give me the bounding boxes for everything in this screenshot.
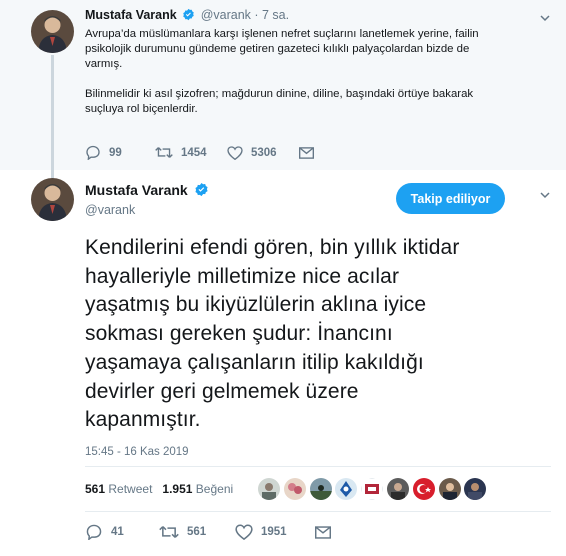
text-line: varmış. — [85, 58, 123, 70]
reply-icon — [86, 524, 102, 540]
heart-icon — [235, 524, 253, 540]
retweet-count: 561 — [187, 526, 207, 538]
text-line: Kendilerini efendi gören, bin yıllık ikt… — [85, 236, 460, 259]
thread-line — [51, 55, 54, 180]
parent-avatar[interactable] — [31, 10, 74, 53]
reply-count: 99 — [109, 146, 122, 159]
text-line: devirler geri gelmemek üzere — [85, 379, 359, 403]
parent-actions: 99 1454 5306 — [85, 145, 314, 160]
liker-avatar[interactable] — [464, 478, 487, 500]
retweet-icon — [155, 147, 173, 158]
reply-icon — [86, 145, 100, 160]
parent-header: Mustafa Varank @varank · 7 sa. — [85, 8, 289, 24]
like-count: 5306 — [251, 146, 277, 159]
text-line: Avrupa’da müslümanlara karşı işlenen nef… — [85, 28, 479, 40]
main-actions: 41 561 1951 — [85, 524, 331, 540]
parent-tweet-text: Avrupa’da müslümanlara karşı işlenen nef… — [85, 27, 525, 117]
parent-tweet[interactable]: Mustafa Varank @varank · 7 sa. Avrupa’da… — [0, 0, 566, 180]
retweet-count: 1454 — [181, 146, 207, 159]
reply-button[interactable]: 41 — [85, 524, 159, 540]
following-button[interactable]: Takip ediliyor — [396, 183, 505, 214]
reply-button[interactable]: 99 — [85, 145, 155, 160]
liker-avatar[interactable] — [283, 478, 306, 500]
envelope-icon — [315, 525, 331, 539]
envelope-icon — [299, 146, 314, 159]
message-button[interactable] — [315, 525, 331, 539]
retweet-button[interactable]: 1454 — [155, 146, 227, 159]
likes-stat[interactable]: 1.951 Beğeni — [162, 482, 233, 496]
heart-icon — [227, 145, 243, 160]
like-total: 1.951 — [162, 482, 193, 496]
retweet-button[interactable]: 561 — [159, 525, 235, 539]
liker-avatar[interactable] — [258, 478, 280, 500]
tweet-timestamp[interactable]: 15:45 - 16 Kas 2019 — [85, 446, 189, 458]
liker-avatar[interactable] — [438, 478, 461, 500]
author-name-text[interactable]: Mustafa Varank — [85, 182, 188, 198]
text-line: kapanmıştır. — [85, 408, 201, 432]
text-line: hayalleriyle milletimize nice acılar — [85, 264, 400, 288]
like-button[interactable]: 1951 — [235, 524, 315, 540]
main-avatar[interactable] — [31, 178, 74, 221]
liker-avatars — [258, 478, 490, 500]
engagement-stats: 561 Retweet 1.951 Beğeni — [85, 482, 233, 496]
text-line: suçluya rol biçenlerdir. — [85, 103, 198, 115]
main-tweet-text: Kendilerini efendi gören, bin yıllık ikt… — [85, 234, 535, 435]
text-line: psikolojik durumunu gündeme getiren gaze… — [85, 43, 470, 55]
text-line: Bilinmelidir ki asıl şizofren; mağdurun … — [85, 88, 474, 100]
like-count: 1951 — [261, 526, 287, 538]
retweets-stat[interactable]: 561 Retweet — [85, 482, 152, 496]
liker-avatar[interactable] — [386, 478, 409, 500]
parent-handle-time[interactable]: @varank · 7 sa. — [201, 8, 289, 22]
retweet-total: 561 — [85, 482, 106, 496]
main-author-name[interactable]: Mustafa Varank — [85, 182, 211, 200]
liker-avatar[interactable] — [412, 478, 435, 500]
like-button[interactable]: 5306 — [227, 145, 299, 160]
liker-avatar[interactable] — [309, 478, 332, 500]
text-line: sokması gereken şudur: İnancını — [85, 322, 393, 346]
divider — [85, 466, 551, 467]
text-line: yaşamaya çalışanların itilip kakıldığı — [85, 350, 424, 374]
main-handle[interactable]: @varank — [85, 203, 135, 217]
divider — [85, 511, 551, 512]
liker-avatar[interactable] — [335, 478, 358, 500]
like-label: Beğeni — [195, 482, 234, 496]
chevron-down-icon[interactable] — [540, 10, 550, 28]
message-button[interactable] — [299, 146, 314, 159]
chevron-down-icon[interactable] — [540, 187, 550, 205]
text-line: yaşatmış bu ikiyüzlülerin aklına iyice — [85, 293, 427, 317]
retweet-label: Retweet — [108, 482, 153, 496]
parent-author-name[interactable]: Mustafa Varank — [85, 8, 177, 22]
liker-avatar[interactable] — [361, 478, 384, 500]
verified-badge-icon — [194, 182, 209, 200]
reply-count: 41 — [111, 526, 124, 538]
retweet-icon — [159, 526, 179, 538]
verified-badge-icon — [182, 8, 195, 24]
